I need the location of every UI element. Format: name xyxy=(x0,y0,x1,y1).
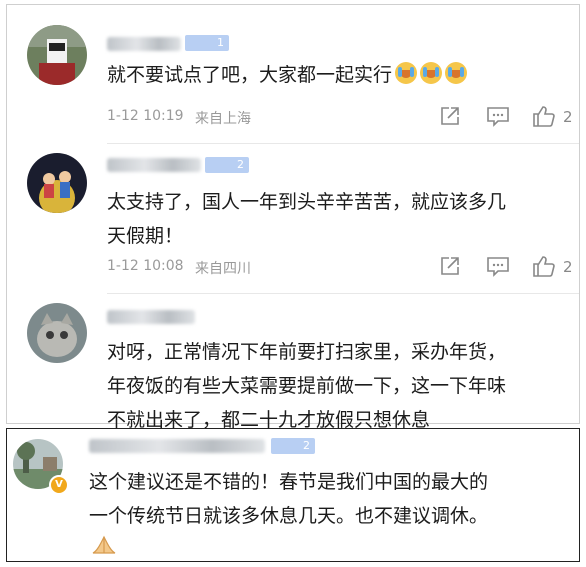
crying-face-icon xyxy=(420,62,443,84)
avatar[interactable] xyxy=(27,153,87,213)
comment-icon[interactable] xyxy=(487,257,509,277)
username[interactable] xyxy=(89,439,265,453)
thumbs-up-icon[interactable] xyxy=(533,105,555,127)
thumbs-up-icon[interactable] xyxy=(533,255,555,277)
divider xyxy=(107,293,579,294)
comment-timestamp: 1-12 10:19 xyxy=(107,108,184,124)
like-count: 2 xyxy=(563,108,573,126)
username[interactable] xyxy=(107,37,181,51)
username[interactable] xyxy=(107,310,195,324)
comment-line: 年夜饭的有些大菜需要提前做一下，这一下年味 xyxy=(107,375,507,397)
like-count: 2 xyxy=(563,258,573,276)
avatar[interactable] xyxy=(27,25,87,85)
comment-line: 天假期！ xyxy=(107,225,184,247)
comment-panel-bottom: V 2 这个建议还是不错的！春节是我们中国的最大的 一个传统节日就该多休息几天。… xyxy=(6,428,580,562)
comment-timestamp: 1-12 10:08 xyxy=(107,258,184,274)
divider xyxy=(107,143,579,144)
comment-text: 对呀，正常情况下年前要打扫家里，采办年货， 年夜饭的有些大菜需要提前做一下，这一… xyxy=(107,335,577,437)
comment-line: 太支持了，国人一年到头辛辛苦苦，就应该多几 xyxy=(107,191,507,213)
comment-location: 来自四川 xyxy=(195,261,251,277)
fan-level-badge: 2 xyxy=(271,438,315,454)
fan-level-badge: 1 xyxy=(185,35,229,51)
share-icon[interactable] xyxy=(440,256,460,276)
comment-panel-top: 1 就不要试点了吧，大家都一起实行 1-12 10:19 来自上海 2 2 太支… xyxy=(6,4,580,431)
comment-line: 这个建议还是不错的！春节是我们中国的最大的 xyxy=(89,471,489,493)
comment-line: 对呀，正常情况下年前要打扫家里，采办年货， xyxy=(107,341,507,363)
comment-line: 一个传统节日就该多休息几天。也不建议调休。 xyxy=(89,505,489,527)
comment-icon[interactable] xyxy=(487,107,509,127)
folded-hands-icon xyxy=(91,533,117,555)
comment-location: 来自上海 xyxy=(195,111,251,127)
fan-level-badge: 2 xyxy=(205,157,249,173)
crying-face-icon xyxy=(445,62,468,84)
comment-text: 就不要试点了吧，大家都一起实行 xyxy=(107,58,567,92)
share-icon[interactable] xyxy=(440,106,460,126)
verified-badge-icon: V xyxy=(49,475,69,495)
crying-face-icon xyxy=(395,62,418,84)
avatar[interactable] xyxy=(27,303,87,363)
comment-text: 这个建议还是不错的！春节是我们中国的最大的 一个传统节日就该多休息几天。也不建议… xyxy=(89,465,569,533)
username[interactable] xyxy=(107,158,201,172)
comment-text: 太支持了，国人一年到头辛辛苦苦，就应该多几 天假期！ xyxy=(107,185,577,253)
